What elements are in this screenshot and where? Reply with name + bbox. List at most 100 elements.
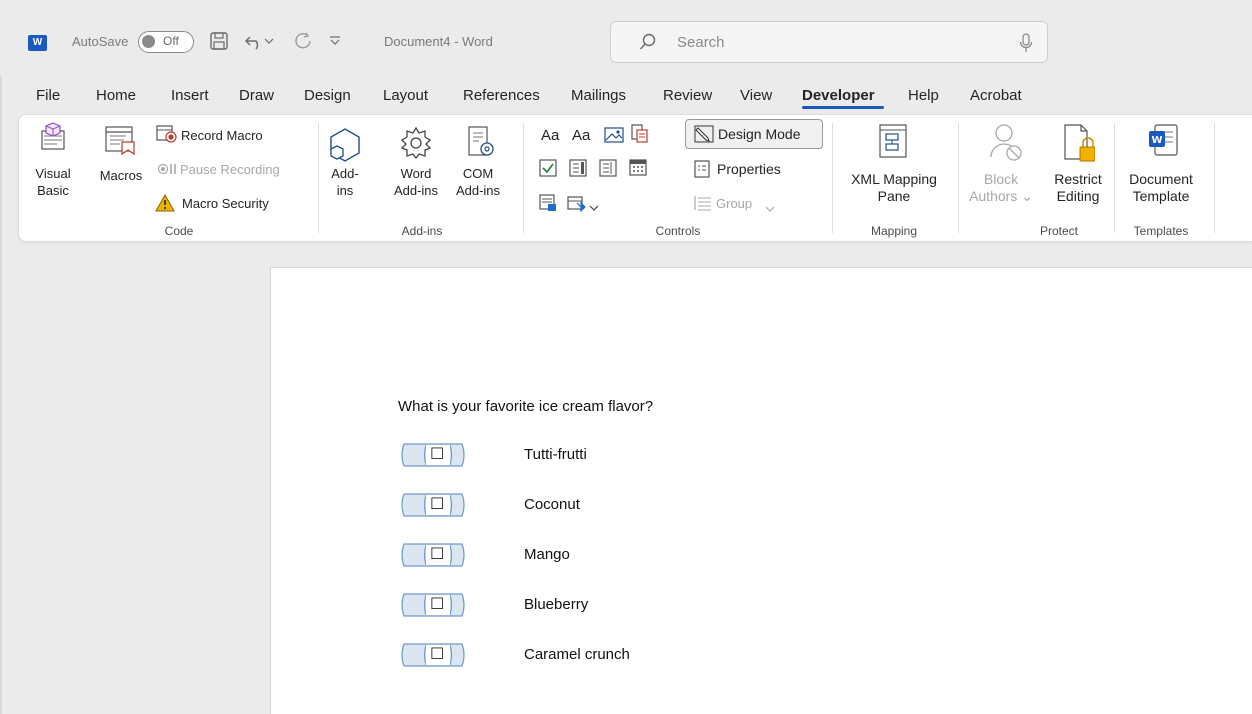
document-template-label-2: Template xyxy=(1132,188,1190,204)
microphone-icon[interactable] xyxy=(1019,33,1033,56)
visual-basic-button[interactable]: Visual Basic xyxy=(31,165,75,199)
checkbox-symbol: ☐ xyxy=(430,494,445,513)
checkbox-content-control[interactable]: ☐ xyxy=(396,443,468,467)
list-item: ☐ Coconut xyxy=(396,493,796,517)
redo-icon[interactable] xyxy=(292,30,314,52)
checkbox-content-control[interactable]: ☐ xyxy=(396,643,468,667)
checkbox-symbol: ☐ xyxy=(430,544,445,563)
tab-help[interactable]: Help xyxy=(908,87,939,104)
tab-developer[interactable]: Developer xyxy=(802,87,875,104)
legacy-tools-dropdown-icon[interactable] xyxy=(589,199,599,215)
block-authors-label-1: Block xyxy=(983,171,1019,187)
macros-button[interactable]: Macros xyxy=(95,167,147,184)
pause-recording-button[interactable]: Pause Recording xyxy=(180,161,280,178)
group-button[interactable]: Group xyxy=(716,195,752,212)
tab-design[interactable]: Design xyxy=(304,87,351,104)
word-add-ins-label-2: Add-ins xyxy=(393,183,439,198)
svg-text:W: W xyxy=(1151,135,1162,146)
autosave-toggle[interactable]: Off xyxy=(138,31,194,53)
visual-basic-icon xyxy=(39,121,69,154)
customize-qat-icon[interactable] xyxy=(328,30,342,52)
search-box[interactable]: Search xyxy=(610,21,1048,63)
com-add-ins-icon xyxy=(467,125,497,164)
document-title: Document4 - Word xyxy=(384,34,493,49)
group-label-controls: Controls xyxy=(655,224,701,238)
list-item: ☐ Tutti-frutti xyxy=(396,443,796,467)
checkbox-content-control[interactable]: ☐ xyxy=(396,543,468,567)
group-separator xyxy=(318,123,319,233)
add-ins-label-1: Add- xyxy=(331,166,359,181)
save-icon[interactable] xyxy=(208,30,230,52)
group-label-code: Code xyxy=(164,224,194,238)
toggle-knob xyxy=(142,35,155,48)
tab-layout[interactable]: Layout xyxy=(383,87,428,104)
drop-down-list-control-icon[interactable] xyxy=(599,159,617,180)
record-macro-button[interactable]: Record Macro xyxy=(181,127,263,144)
plain-text-control-button[interactable]: Aa xyxy=(572,127,590,144)
repeating-section-control-icon[interactable] xyxy=(539,194,557,215)
tab-review[interactable]: Review xyxy=(663,87,712,104)
option-label: Mango xyxy=(524,546,570,563)
picture-control-icon[interactable] xyxy=(604,126,624,147)
title-bar: W AutoSave Off Document4 - Word Search xyxy=(0,0,1252,76)
word-add-ins-label-1: Word xyxy=(400,166,432,181)
restrict-editing-label-2: Editing xyxy=(1056,188,1100,204)
legacy-tools-icon[interactable] xyxy=(567,194,587,215)
block-authors-button[interactable]: Block Authors ⌄ xyxy=(969,171,1033,205)
document-page[interactable]: What is your favorite ice cream flavor? … xyxy=(270,267,1252,714)
group-label-mapping: Mapping xyxy=(870,224,918,238)
design-mode-icon xyxy=(694,125,714,146)
document-template-icon: W xyxy=(1147,123,1179,160)
combo-box-control-icon[interactable] xyxy=(569,159,587,180)
com-add-ins-button[interactable]: COM Add-ins xyxy=(449,165,507,199)
undo-dropdown-icon[interactable] xyxy=(262,30,276,52)
xml-mapping-pane-button[interactable]: XML Mapping Pane xyxy=(839,171,949,205)
word-add-ins-button[interactable]: Word Add-ins xyxy=(387,165,445,199)
visual-basic-label-2: Basic xyxy=(37,183,69,198)
group-separator xyxy=(958,123,959,233)
group-separator xyxy=(1114,123,1115,233)
option-label: Blueberry xyxy=(524,596,589,613)
checkbox-content-control[interactable]: ☐ xyxy=(396,593,468,617)
word-app-icon[interactable]: W xyxy=(28,35,47,51)
tab-draw[interactable]: Draw xyxy=(239,87,274,104)
list-item: ☐ Mango xyxy=(396,543,796,567)
macros-icon xyxy=(104,125,138,158)
group-separator xyxy=(1214,123,1215,233)
group-separator xyxy=(832,123,833,233)
restrict-editing-icon xyxy=(1063,123,1096,166)
rich-text-control-button[interactable]: Aa xyxy=(541,127,559,144)
visual-basic-label-1: Visual xyxy=(35,166,71,181)
group-dropdown-icon[interactable] xyxy=(765,200,775,216)
macro-security-button[interactable]: Macro Security xyxy=(182,195,269,212)
tab-references[interactable]: References xyxy=(463,87,540,104)
tab-view[interactable]: View xyxy=(740,87,772,104)
search-icon xyxy=(639,33,657,54)
tab-acrobat[interactable]: Acrobat xyxy=(970,87,1022,104)
tab-insert[interactable]: Insert xyxy=(171,87,209,104)
active-tab-indicator xyxy=(802,106,884,109)
date-picker-control-icon[interactable] xyxy=(629,158,647,179)
properties-button[interactable]: Properties xyxy=(717,161,781,178)
tab-mailings[interactable]: Mailings xyxy=(571,87,626,104)
building-block-control-icon[interactable] xyxy=(631,124,649,147)
design-mode-button[interactable]: Design Mode xyxy=(685,119,823,149)
check-box-control-icon[interactable] xyxy=(539,159,557,180)
tab-home[interactable]: Home xyxy=(96,87,136,104)
com-add-ins-label-1: COM xyxy=(462,166,494,181)
word-add-ins-gear-icon xyxy=(398,125,434,164)
checkbox-content-control[interactable]: ☐ xyxy=(396,493,468,517)
group-label-add-ins: Add-ins xyxy=(401,224,443,238)
search-placeholder: Search xyxy=(677,34,725,51)
design-mode-label: Design Mode xyxy=(718,126,801,142)
autosave-state: Off xyxy=(163,34,179,48)
add-ins-button[interactable]: Add- ins xyxy=(325,165,365,199)
restrict-editing-button[interactable]: Restrict Editing xyxy=(1043,171,1113,205)
xml-mapping-label-1: XML Mapping xyxy=(851,171,937,187)
document-template-button[interactable]: Document Template xyxy=(1119,171,1203,205)
list-item: ☐ Blueberry xyxy=(396,593,796,617)
tab-file[interactable]: File xyxy=(36,87,60,104)
xml-mapping-label-2: Pane xyxy=(877,188,911,204)
group-icon xyxy=(694,195,712,214)
properties-icon xyxy=(694,160,710,181)
